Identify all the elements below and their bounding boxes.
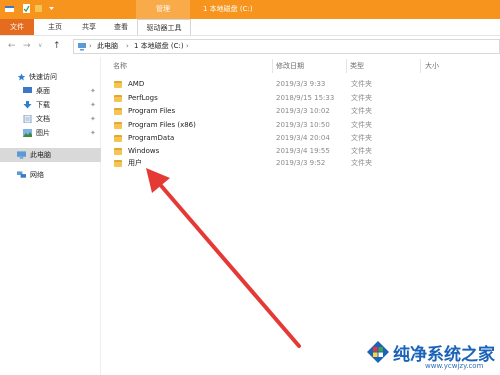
- annotation-arrow: [146, 168, 301, 348]
- logo-icon: [367, 341, 389, 363]
- explorer-window: 管理 1 本地磁盘 (C:) 文件 主页 共享 查看 驱动器工具 ← → ∨ ↑…: [0, 0, 500, 375]
- watermark-url: www.ycwjzy.com: [425, 362, 484, 370]
- watermark: 纯净系统之家 www.ycwjzy.com: [366, 338, 498, 373]
